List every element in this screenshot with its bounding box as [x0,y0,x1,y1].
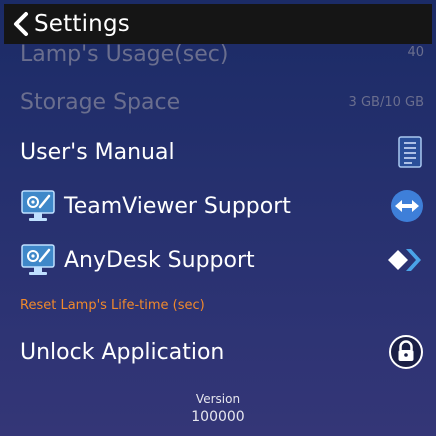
document-icon[interactable] [396,135,424,169]
lock-icon[interactable] [388,334,424,370]
storage-value: 3 GB/10 GB [348,94,424,110]
users-manual-row[interactable]: User's Manual [20,132,424,172]
unlock-application-label: Unlock Application [20,339,225,365]
storage-row: Storage Space 3 GB/10 GB [20,84,424,120]
page-title: Settings [34,11,130,37]
teamviewer-support-row[interactable]: TeamViewer Support [20,184,424,228]
version-number: 100000 [191,409,245,425]
reset-lifetime-row[interactable]: Reset Lamp's Life-time (sec) [20,292,424,318]
reset-lifetime-button[interactable]: Reset Lamp's Life-time (sec) [20,298,205,313]
lamp-usage-label: Lamp's Usage(sec) [20,41,229,67]
monitor-settings-icon [20,189,56,223]
monitor-settings-icon [20,243,56,277]
lamp-usage-value: 40 [407,44,424,60]
anydesk-label: AnyDesk Support [64,247,255,273]
back-button[interactable] [8,4,34,44]
version-info: Version 100000 [4,390,432,426]
storage-label: Storage Space [20,89,181,115]
users-manual-label: User's Manual [20,139,175,165]
anydesk-logo-icon[interactable] [386,245,424,275]
chevron-left-icon [14,12,28,36]
unlock-application-row[interactable]: Unlock Application [20,330,424,374]
anydesk-support-row[interactable]: AnyDesk Support [20,238,424,282]
settings-screen: Settings Lamp's Usage(sec) 40 Storage Sp… [4,4,432,432]
version-label: Version [195,392,241,406]
teamviewer-label: TeamViewer Support [64,193,291,219]
header-bar: Settings [4,4,432,44]
teamviewer-logo-icon[interactable] [390,189,424,223]
